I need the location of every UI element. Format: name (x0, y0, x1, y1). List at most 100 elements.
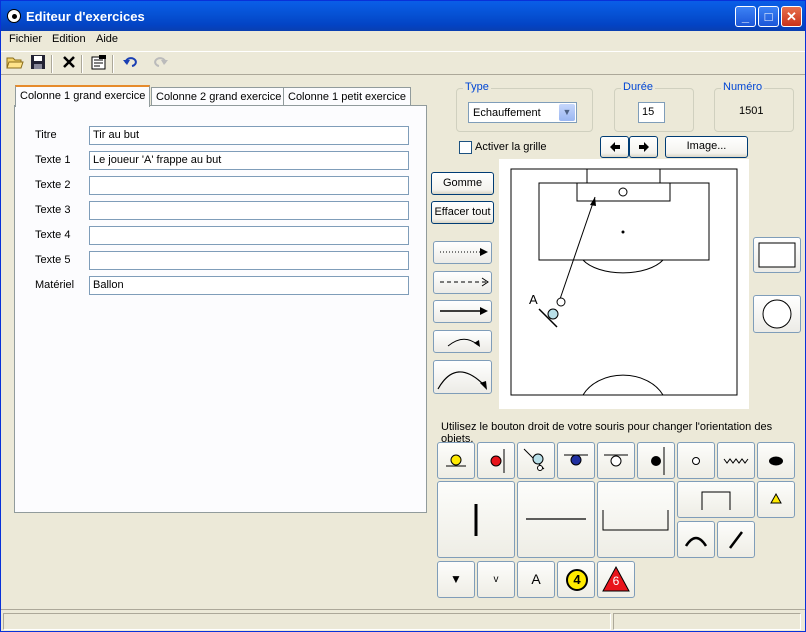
field-label-texte-5: Texte 5 (35, 254, 71, 266)
dotted-arrow-icon (440, 248, 488, 256)
duree-group: Durée 15 (614, 81, 694, 132)
zigzag-icon (723, 458, 749, 464)
ellipse-tool[interactable] (757, 442, 795, 479)
properties-icon[interactable] (89, 54, 109, 74)
gomme-button[interactable]: Gomme (431, 172, 494, 195)
soccer-ball-icon (7, 9, 21, 23)
dotted-arrow-tool[interactable] (433, 241, 492, 264)
status-bar (1, 609, 805, 631)
app-window: Editeur d'exercices _ □ ✕ Fichier Editio… (0, 0, 806, 632)
curved-arrow-tool[interactable] (433, 330, 492, 353)
texte-4-input[interactable] (89, 226, 409, 245)
effacer-tout-button[interactable]: Effacer tout (431, 201, 494, 224)
soccer-field-canvas[interactable]: A (499, 159, 749, 409)
blue-player-tool[interactable] (557, 442, 595, 479)
type-select[interactable]: Echauffement ▼ (468, 102, 577, 123)
arc-tool[interactable] (677, 521, 715, 558)
white-player-tool[interactable] (597, 442, 635, 479)
open-folder-icon[interactable] (5, 54, 25, 74)
numero-group: Numéro 1501 (714, 81, 794, 132)
delete-icon[interactable] (59, 54, 79, 74)
window-title: Editeur d'exercices (26, 9, 145, 24)
player-with-ball-tool[interactable] (517, 442, 555, 479)
numero-label: Numéro (721, 81, 765, 93)
curved-arrow-icon (447, 338, 480, 347)
arrow-right-button[interactable] (629, 136, 658, 158)
image-button[interactable]: Image... (665, 136, 748, 158)
red-player-tool[interactable] (477, 442, 515, 479)
field-drawing (510, 168, 738, 396)
grid-checkbox[interactable] (459, 141, 472, 154)
tab-colonne-1-grand[interactable]: Colonne 1 grand exercice (15, 85, 151, 107)
arrow-left-button[interactable] (600, 136, 629, 158)
tab-colonne-1-petit[interactable]: Colonne 1 petit exercice (283, 87, 412, 107)
close-button[interactable]: ✕ (781, 6, 802, 27)
small-goal-icon (602, 510, 669, 531)
yellow-player-icon (446, 454, 466, 467)
yellow-cone-tool[interactable] (757, 481, 795, 518)
number-4-tool[interactable]: 4 (557, 561, 595, 598)
player-a-label: A (529, 292, 538, 307)
ball-icon (692, 457, 700, 465)
texte-1-input[interactable]: Le joueur 'A' frappe au but (89, 151, 409, 170)
vertical-wall-tool[interactable] (437, 481, 515, 558)
circle-tool[interactable] (753, 295, 801, 333)
ball-tool[interactable] (677, 442, 715, 479)
circle-icon (762, 299, 792, 329)
undo-icon[interactable] (120, 54, 140, 74)
field-label-materiel: Matériel (35, 279, 75, 291)
small-goal-tool[interactable] (597, 481, 675, 558)
field-label-texte-2: Texte 2 (35, 179, 71, 191)
field-label-titre: Titre (35, 129, 57, 141)
player-with-ball-icon (523, 448, 545, 471)
cone-yellow-tool[interactable] (437, 442, 475, 479)
diagonal-line-icon (729, 531, 743, 549)
big-curve-arrow-tool[interactable] (433, 360, 492, 394)
triangle-down-icon: ▼ (450, 572, 462, 586)
menu-aide[interactable]: Aide (96, 33, 118, 45)
goal-frame-tool[interactable] (677, 481, 755, 518)
texte-2-input[interactable] (89, 176, 409, 195)
dashed-arrow-tool[interactable] (433, 271, 492, 294)
field-label-texte-1: Texte 1 (35, 154, 71, 166)
triangle-down-tool[interactable]: ▼ (437, 561, 475, 598)
field-label-texte-3: Texte 3 (35, 204, 71, 216)
minimize-button[interactable]: _ (735, 6, 756, 27)
tab-colonne-2-grand[interactable]: Colonne 2 grand exercice (151, 87, 287, 107)
form-panel: Titre Tir au but Texte 1 Le joueur 'A' f… (14, 105, 427, 513)
texte-3-input[interactable] (89, 201, 409, 220)
save-icon[interactable] (28, 54, 48, 74)
dashed-arrow-icon (440, 277, 489, 287)
number-6-tool[interactable]: 6 (597, 561, 635, 598)
duree-label: Durée (621, 81, 655, 93)
materiel-input[interactable]: Ballon (89, 276, 409, 295)
redo-icon[interactable] (151, 54, 171, 74)
titre-input[interactable]: Tir au but (89, 126, 409, 145)
menu-fichier[interactable]: Fichier (9, 33, 42, 45)
rectangle-icon (758, 242, 796, 268)
small-v-tool[interactable]: v (477, 561, 515, 598)
diagonal-line-tool[interactable] (717, 521, 755, 558)
arrow-left-icon (609, 142, 620, 152)
grid-checkbox-label: Activer la grille (475, 141, 547, 153)
letter-a-tool[interactable]: A (517, 561, 555, 598)
arrow-right-icon (638, 142, 649, 152)
field-label-texte-4: Texte 4 (35, 229, 71, 241)
number-6-label: 6 (612, 574, 620, 588)
goal-frame-icon (701, 491, 731, 510)
black-player-tool[interactable] (637, 442, 675, 479)
big-curve-arrow-icon (437, 371, 487, 390)
solid-arrow-tool[interactable] (433, 300, 492, 323)
horizontal-line-tool[interactable] (517, 481, 595, 558)
texte-5-input[interactable] (89, 251, 409, 270)
zigzag-tool[interactable] (717, 442, 755, 479)
rectangle-tool[interactable] (753, 237, 801, 273)
title-bar: Editeur d'exercices _ □ ✕ (1, 1, 805, 31)
red-player-icon (490, 449, 505, 473)
chevron-down-icon[interactable]: ▼ (559, 104, 575, 121)
maximize-button[interactable]: □ (758, 6, 779, 27)
menu-edition[interactable]: Edition (52, 33, 86, 45)
toolbar-separator (81, 55, 83, 73)
black-player-icon (651, 447, 665, 475)
duree-input[interactable]: 15 (638, 102, 665, 123)
